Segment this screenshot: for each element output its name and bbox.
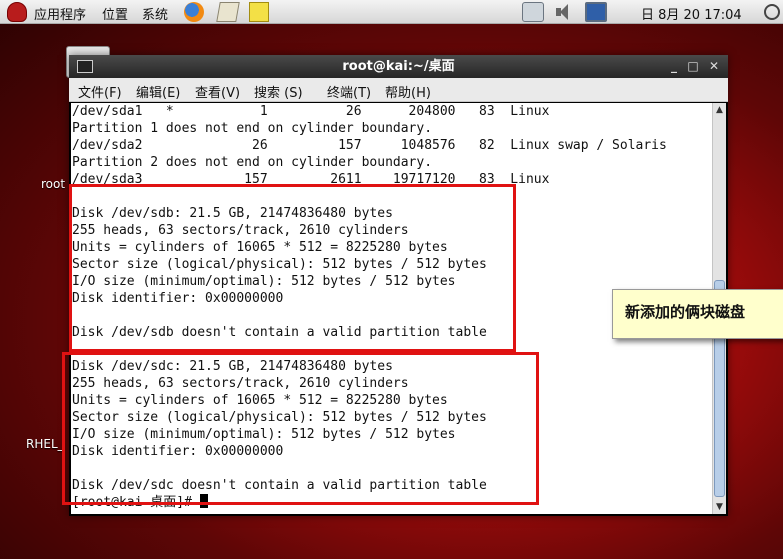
- root-home-label[interactable]: root: [41, 177, 65, 191]
- network-icon[interactable]: [522, 2, 544, 22]
- scroll-up-arrow-icon[interactable]: ▲: [713, 103, 726, 117]
- menu-search[interactable]: 搜索 (S): [254, 82, 303, 101]
- menu-file[interactable]: 文件(F): [78, 82, 122, 101]
- applications-menu[interactable]: 应用程序: [34, 4, 86, 23]
- sdc-highlight-box: [62, 352, 539, 505]
- mail-icon[interactable]: [216, 2, 240, 22]
- maximize-button[interactable]: □: [684, 55, 702, 78]
- system-menu[interactable]: 系统: [142, 4, 168, 23]
- top-panel: 应用程序 位置 系统 日 8月 20 17:04: [0, 0, 783, 24]
- sdb-highlight-box: [69, 184, 516, 352]
- terminal-line: Partition 2 does not end on cylinder bou…: [72, 155, 433, 170]
- clock[interactable]: 日 8月 20 17:04: [641, 4, 742, 23]
- power-icon[interactable]: [764, 4, 780, 20]
- terminal-line: Partition 1 does not end on cylinder bou…: [72, 121, 433, 136]
- redhat-icon[interactable]: [7, 2, 27, 22]
- firefox-icon[interactable]: [184, 2, 204, 22]
- minimize-button[interactable]: _: [665, 55, 683, 78]
- places-menu[interactable]: 位置: [102, 4, 128, 23]
- terminal-line: /dev/sda1 * 1 26 204800 83 Linux: [72, 104, 550, 119]
- scroll-down-arrow-icon[interactable]: ▼: [713, 500, 726, 514]
- window-title: root@kai:~/桌面: [342, 59, 455, 74]
- rhel-disc-label[interactable]: RHEL_: [26, 437, 64, 451]
- menu-bar: 文件(F) 编辑(E) 查看(V) 搜索 (S) 终端(T) 帮助(H): [69, 78, 728, 102]
- volume-icon[interactable]: [555, 2, 571, 22]
- terminal-line: /dev/sda2 26 157 1048576 82 Linux swap /…: [72, 138, 667, 153]
- display-icon[interactable]: [585, 2, 607, 22]
- annotation-callout: 新添加的俩块磁盘: [612, 289, 783, 339]
- terminal-icon: [77, 60, 93, 73]
- notes-icon[interactable]: [249, 2, 269, 22]
- menu-edit[interactable]: 编辑(E): [136, 82, 180, 101]
- menu-view[interactable]: 查看(V): [195, 82, 240, 101]
- menu-terminal[interactable]: 终端(T): [327, 82, 371, 101]
- title-bar[interactable]: root@kai:~/桌面 _ □ ✕: [69, 55, 728, 78]
- close-button[interactable]: ✕: [705, 55, 723, 78]
- menu-help[interactable]: 帮助(H): [385, 82, 431, 101]
